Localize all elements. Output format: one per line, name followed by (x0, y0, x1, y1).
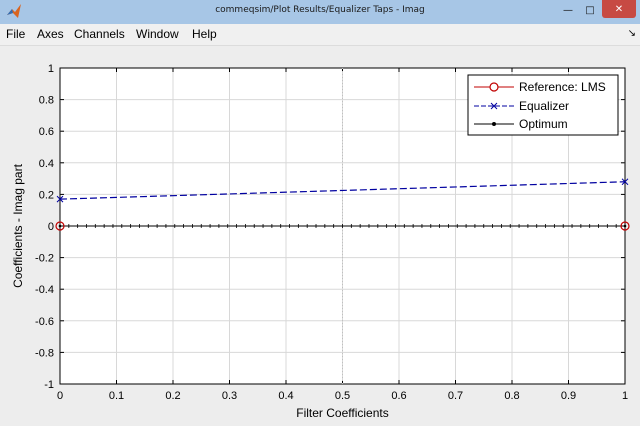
legend-label-reference: Reference: LMS (519, 80, 606, 94)
x-tick-label: 1 (622, 390, 628, 402)
y-tick-label: -0.6 (35, 316, 54, 328)
y-tick-label: -1 (44, 379, 54, 391)
x-tick-label: 0.3 (222, 390, 237, 402)
y-tick-label: 0.2 (39, 189, 54, 201)
menu-window[interactable]: Window (136, 27, 179, 41)
x-tick-label: 0.4 (278, 390, 293, 402)
x-tick-label: 0.1 (109, 390, 124, 402)
window-title: commeqsim/Plot Results/Equalizer Taps - … (215, 5, 425, 15)
dock-arrow-icon[interactable]: ↘ (628, 28, 636, 39)
y-tick-label: -0.4 (35, 284, 54, 296)
reference-lms-center (58, 224, 62, 228)
menu-help[interactable]: Help (192, 27, 217, 41)
y-tick-label: -0.2 (35, 253, 54, 265)
plot-area: 0 0.1 0.2 0.3 0.4 0.5 0.6 0.7 0.8 0.9 1 -1 -0.8 -0.6 -… (0, 46, 640, 422)
x-tick-label: 0.9 (561, 390, 576, 402)
legend-label-optimum: Optimum (519, 117, 568, 131)
x-tick-label: 0.5 (335, 390, 350, 402)
x-tick-label: 0.7 (448, 390, 463, 402)
menu-bar: File Axes Channels Window Help ↘ (0, 24, 640, 46)
title-bar: commeqsim/Plot Results/Equalizer Taps - … (0, 0, 640, 24)
y-tick-label: 0.8 (39, 95, 54, 107)
menu-axes[interactable]: Axes (37, 27, 64, 41)
x-tick-label: 0.8 (504, 390, 519, 402)
x-tick-label: 0.2 (165, 390, 180, 402)
reference-lms-center (623, 224, 627, 228)
menu-channels[interactable]: Channels (74, 27, 125, 41)
maximize-icon[interactable]: □ (580, 2, 600, 18)
y-tick-label: 0.6 (39, 126, 54, 138)
x-axis-label: Filter Coefficients (296, 406, 388, 420)
y-tick-label: 0.4 (39, 158, 54, 170)
y-axis-label: Coefficients - Imag part (11, 163, 25, 287)
y-tick-label: 1 (48, 63, 54, 75)
legend-marker-optimum (492, 122, 496, 126)
minimize-icon[interactable]: — (558, 2, 578, 18)
close-icon[interactable]: ✕ (602, 0, 636, 18)
y-tick-label: -0.8 (35, 347, 54, 359)
legend-marker-reference (489, 82, 499, 92)
legend-label-equalizer: Equalizer (519, 99, 569, 113)
y-tick-label: 0 (48, 221, 54, 233)
menu-file[interactable]: File (6, 27, 25, 41)
equalizer-taps-chart[interactable]: 0 0.1 0.2 0.3 0.4 0.5 0.6 0.7 0.8 0.9 1 -1 -0.8 -0.6 -… (0, 46, 640, 422)
x-tick-label: 0.6 (391, 390, 406, 402)
window-controls: — □ ✕ (558, 0, 636, 20)
x-tick-label: 0 (57, 390, 63, 402)
